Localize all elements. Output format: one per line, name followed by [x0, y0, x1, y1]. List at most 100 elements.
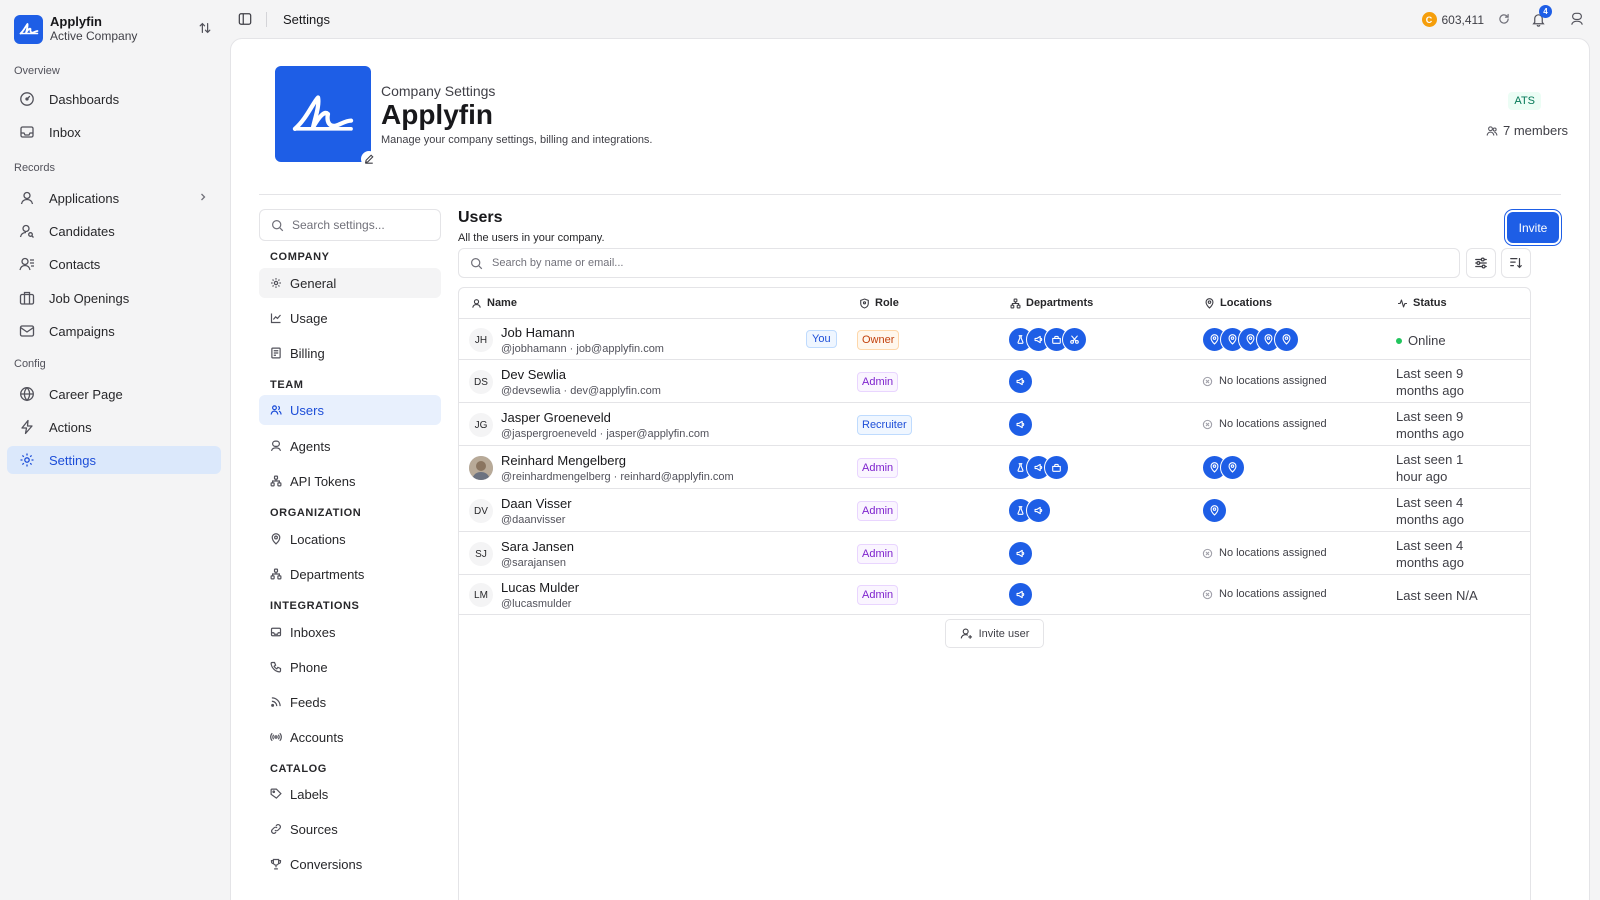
chart-line-icon: [270, 312, 282, 324]
role-badge[interactable]: Admin: [857, 501, 899, 521]
user-name[interactable]: Jasper Groeneveld: [501, 410, 611, 425]
link-icon: [270, 823, 282, 835]
members-label: 7 members: [1503, 123, 1569, 138]
table-row[interactable]: DS Dev Sewlia @devsewlia · dev@applyfin.co…: [459, 360, 1530, 403]
table-row[interactable]: SJ Sara Jansen @sarajansen Admin No location…: [459, 532, 1530, 575]
department-chips[interactable]: [1008, 327, 1087, 352]
users-search-input[interactable]: Search by name or email...: [458, 248, 1460, 278]
role-badge[interactable]: Admin: [857, 544, 899, 564]
credits-balance[interactable]: C 603,411: [1421, 12, 1485, 27]
settings-item-inboxes[interactable]: Inboxes: [259, 617, 441, 647]
settings-item-conversions[interactable]: Conversions: [259, 849, 441, 879]
column-header-locations[interactable]: Locations: [1204, 297, 1272, 309]
status-text: Online: [1408, 333, 1446, 348]
megaphone-icon[interactable]: [1008, 412, 1033, 437]
company-avatar-icon[interactable]: [275, 66, 371, 162]
settings-item-label: Accounts: [290, 729, 344, 745]
table-row[interactable]: LM Lucas Mulder @lucasmulder Admin No locati…: [459, 575, 1530, 615]
department-chips[interactable]: [1008, 412, 1033, 437]
sidebar-item-contacts[interactable]: Contacts: [7, 250, 221, 278]
settings-item-users[interactable]: Users: [259, 395, 441, 425]
department-chips[interactable]: [1008, 541, 1033, 566]
column-header-status[interactable]: Status: [1397, 297, 1447, 309]
role-badge[interactable]: Admin: [857, 585, 899, 605]
megaphone-icon[interactable]: [1008, 582, 1033, 607]
megaphone-icon[interactable]: [1008, 541, 1033, 566]
sidebar-item-label: Job Openings: [49, 290, 130, 306]
settings-item-labels[interactable]: Labels: [259, 779, 441, 809]
users-subtitle: All the users in your company.: [458, 232, 605, 244]
company-switcher[interactable]: Applyfin Active Company: [14, 14, 218, 44]
megaphone-icon[interactable]: [1008, 369, 1033, 394]
invite-user-button[interactable]: Invite user: [945, 619, 1044, 648]
role-badge[interactable]: Admin: [857, 458, 899, 478]
company-settings-eyebrow: Company Settings: [381, 83, 496, 99]
sort-button[interactable]: [1501, 248, 1531, 278]
lightning-icon: [19, 419, 35, 435]
role-badge[interactable]: Admin: [857, 372, 899, 392]
settings-item-sources[interactable]: Sources: [259, 814, 441, 844]
role-badge[interactable]: Recruiter: [857, 415, 912, 435]
filter-button[interactable]: [1466, 248, 1496, 278]
location-chips[interactable]: [1202, 327, 1299, 352]
sidebar-item-settings[interactable]: Settings: [7, 446, 221, 474]
invite-button[interactable]: Invite: [1507, 212, 1559, 243]
settings-item-api-tokens[interactable]: API Tokens: [259, 466, 441, 496]
megaphone-icon[interactable]: [1026, 498, 1051, 523]
scissors-icon[interactable]: [1062, 327, 1087, 352]
user-name[interactable]: Daan Visser: [501, 496, 572, 511]
edit-pencil-icon[interactable]: [361, 151, 377, 167]
user-name[interactable]: Job Hamann: [501, 325, 575, 340]
column-header-name[interactable]: Name: [471, 297, 517, 309]
settings-item-label: Sources: [290, 821, 338, 837]
sidebar-item-career-page[interactable]: Career Page: [7, 380, 221, 408]
user-name[interactable]: Lucas Mulder: [501, 580, 579, 595]
sidebar-item-candidates[interactable]: Candidates: [7, 217, 221, 245]
department-chips[interactable]: [1008, 582, 1033, 607]
user-name[interactable]: Dev Sewlia: [501, 367, 566, 382]
user-menu-icon[interactable]: [1570, 12, 1584, 26]
members-count[interactable]: 7 members: [1486, 123, 1576, 138]
sidebar-item-job-openings[interactable]: Job Openings: [7, 284, 221, 312]
map-pin-icon[interactable]: [1274, 327, 1299, 352]
sidebar-toggle-icon[interactable]: [238, 12, 252, 26]
credits-value: 603,411: [1441, 12, 1485, 27]
refresh-icon[interactable]: [1498, 13, 1510, 25]
settings-item-feeds[interactable]: Feeds: [259, 687, 441, 717]
settings-item-label: Users: [290, 402, 324, 418]
location-chips[interactable]: [1202, 498, 1227, 523]
notifications-bell-icon[interactable]: 4: [1531, 5, 1552, 27]
settings-item-phone[interactable]: Phone: [259, 652, 441, 682]
department-chips[interactable]: [1008, 369, 1033, 394]
settings-item-agents[interactable]: Agents: [259, 431, 441, 461]
sidebar-item-dashboards[interactable]: Dashboards: [7, 85, 221, 113]
settings-item-locations[interactable]: Locations: [259, 524, 441, 554]
sidebar-item-inbox[interactable]: Inbox: [7, 118, 221, 146]
settings-item-departments[interactable]: Departments: [259, 559, 441, 589]
settings-search-input[interactable]: Search settings...: [259, 209, 441, 241]
table-row[interactable]: JG Jasper Groeneveld @jaspergroeneveld · j…: [459, 403, 1530, 446]
map-pin-icon[interactable]: [1220, 455, 1245, 480]
settings-item-billing[interactable]: Billing: [259, 338, 441, 368]
sidebar-item-campaigns[interactable]: Campaigns: [7, 317, 221, 345]
map-pin-icon[interactable]: [1202, 498, 1227, 523]
location-chips[interactable]: [1202, 455, 1245, 480]
user-name[interactable]: Reinhard Mengelberg: [501, 453, 626, 468]
table-row[interactable]: Reinhard Mengelberg @reinhardmengelberg ·…: [459, 446, 1530, 489]
user-name[interactable]: Sara Jansen: [501, 539, 574, 554]
nav-section-records: Records: [14, 162, 55, 174]
department-chips[interactable]: [1008, 498, 1051, 523]
switch-arrows-icon[interactable]: [198, 21, 212, 35]
sidebar-item-applications[interactable]: Applications: [7, 184, 221, 212]
column-header-role[interactable]: Role: [859, 297, 899, 309]
briefcase-icon[interactable]: [1044, 455, 1069, 480]
table-row[interactable]: DV Daan Visser @daanvisser Admin Last seen 4…: [459, 489, 1530, 532]
settings-item-accounts[interactable]: Accounts: [259, 722, 441, 752]
sidebar-item-actions[interactable]: Actions: [7, 413, 221, 441]
settings-item-general[interactable]: General: [259, 268, 441, 298]
role-badge[interactable]: Owner: [857, 330, 900, 350]
table-row[interactable]: JH Job Hamann @jobhamann · job@applyfin.co…: [459, 319, 1530, 360]
department-chips[interactable]: [1008, 455, 1069, 480]
column-header-departments[interactable]: Departments: [1010, 297, 1093, 309]
settings-item-usage[interactable]: Usage: [259, 303, 441, 333]
